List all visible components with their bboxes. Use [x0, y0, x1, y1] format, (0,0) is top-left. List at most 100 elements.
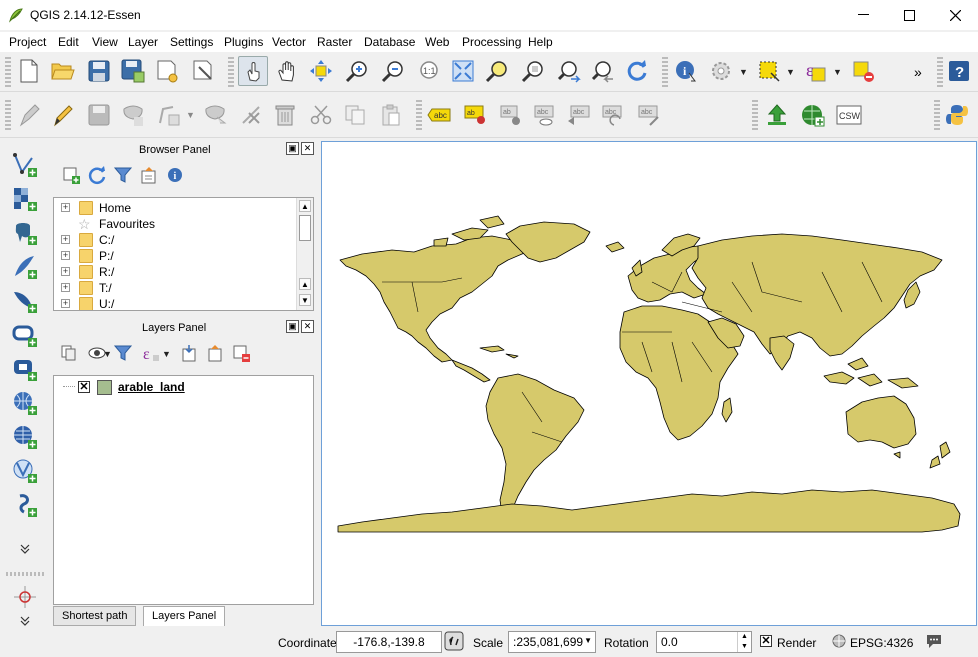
- tree-item-c-drive[interactable]: + C:/: [54, 232, 294, 248]
- add-wms-layer-icon[interactable]: [10, 388, 40, 418]
- layer-row-arable-land[interactable]: ✕ arable_land: [54, 378, 313, 396]
- toolbar-grip[interactable]: [5, 100, 11, 130]
- close-panel-button[interactable]: ✕: [301, 320, 314, 333]
- toggle-editing-icon[interactable]: [48, 100, 78, 130]
- rotate-label-icon[interactable]: abc: [598, 100, 628, 130]
- add-postgis-layer-icon[interactable]: [10, 218, 40, 248]
- copy-features-icon[interactable]: [340, 100, 370, 130]
- select-features-icon[interactable]: [754, 56, 784, 86]
- toolbar-grip[interactable]: [662, 57, 668, 87]
- coordinate-capture-icon[interactable]: [10, 582, 40, 612]
- expand-icon[interactable]: +: [61, 283, 70, 292]
- layer-name[interactable]: arable_land: [118, 380, 185, 394]
- expand-icon[interactable]: +: [61, 299, 70, 308]
- layer-labeling-options-icon[interactable]: abc: [424, 100, 454, 130]
- toolbar-grip[interactable]: [228, 57, 234, 87]
- toolbar-grip[interactable]: [937, 57, 943, 87]
- add-raster-layer-icon[interactable]: [10, 184, 40, 214]
- save-project-icon[interactable]: [84, 56, 114, 86]
- chevron-down-icon[interactable]: ▼: [186, 110, 195, 120]
- scrollbar-thumb[interactable]: [299, 215, 311, 241]
- toolbar-grip[interactable]: [934, 100, 940, 130]
- pan-to-selection-icon[interactable]: [306, 56, 336, 86]
- messages-icon[interactable]: [925, 633, 943, 652]
- float-panel-button[interactable]: ▣: [286, 320, 299, 333]
- zoom-next-icon[interactable]: [588, 56, 618, 86]
- deselect-features-icon[interactable]: [848, 56, 878, 86]
- menu-help[interactable]: Help: [528, 35, 553, 49]
- zoom-to-layer-icon[interactable]: [518, 56, 548, 86]
- select-by-expression-icon[interactable]: ε: [800, 56, 830, 86]
- save-as-icon[interactable]: [118, 56, 148, 86]
- toolbar-grip[interactable]: [416, 100, 422, 130]
- new-project-icon[interactable]: [14, 56, 44, 86]
- crs-globe-icon[interactable]: [832, 634, 846, 651]
- pan-map-icon[interactable]: [272, 56, 302, 86]
- node-tool-icon[interactable]: [200, 100, 230, 130]
- run-feature-action-icon[interactable]: [706, 56, 736, 86]
- menu-raster[interactable]: Raster: [317, 35, 352, 49]
- coordinate-toggle-icon[interactable]: [442, 629, 466, 653]
- add-vector-layer-icon[interactable]: [10, 150, 40, 180]
- scale-combobox[interactable]: :235,081,699 ▼: [508, 631, 596, 653]
- scroll-up-icon[interactable]: ▲: [299, 278, 311, 290]
- save-layer-edits-icon[interactable]: [84, 100, 114, 130]
- toolbar-grip[interactable]: [752, 100, 758, 130]
- delete-selected-node-icon[interactable]: [236, 100, 266, 130]
- float-panel-button[interactable]: ▣: [286, 142, 299, 155]
- map-canvas[interactable]: [321, 141, 977, 626]
- chevron-down-icon[interactable]: [10, 614, 40, 628]
- zoom-in-icon[interactable]: [342, 56, 372, 86]
- chevron-down-icon[interactable]: ▼: [786, 67, 795, 77]
- toolbar-grip[interactable]: [5, 57, 11, 87]
- render-checkbox[interactable]: ✕: [760, 635, 772, 647]
- chevron-down-icon[interactable]: ▼: [584, 636, 592, 645]
- maximize-button[interactable]: [886, 0, 932, 30]
- menu-edit[interactable]: Edit: [58, 35, 79, 49]
- globe-plugin-icon[interactable]: [798, 100, 828, 130]
- menu-database[interactable]: Database: [364, 35, 415, 49]
- zoom-to-selection-icon[interactable]: [482, 56, 512, 86]
- scroll-up-icon[interactable]: ▲: [299, 200, 311, 212]
- toolbar-overflow-button[interactable]: »: [914, 64, 922, 80]
- zoom-full-icon[interactable]: [448, 56, 478, 86]
- tree-item-favourites[interactable]: ☆ Favourites: [54, 216, 294, 232]
- chevron-down-icon[interactable]: ▼: [739, 67, 748, 77]
- python-console-icon[interactable]: [942, 100, 972, 130]
- add-delimited-text-layer-icon[interactable]: [10, 490, 40, 520]
- tree-item-p-drive[interactable]: + P:/: [54, 248, 294, 264]
- tab-shortest-path[interactable]: Shortest path: [53, 606, 137, 626]
- chevron-down-icon[interactable]: [10, 542, 40, 556]
- coordinate-field[interactable]: -176.8,-139.8: [336, 631, 442, 653]
- chevron-down-icon[interactable]: ▼: [833, 67, 842, 77]
- current-edits-icon[interactable]: [14, 100, 44, 130]
- csw-icon[interactable]: CSW: [834, 100, 864, 130]
- tree-item-home[interactable]: + Home: [54, 200, 294, 216]
- scroll-down-icon[interactable]: ▼: [299, 294, 311, 306]
- open-project-icon[interactable]: [48, 56, 78, 86]
- show-hide-labels-icon[interactable]: abc: [530, 100, 560, 130]
- close-panel-button[interactable]: ✕: [301, 142, 314, 155]
- toolbar-grip[interactable]: [6, 572, 46, 576]
- zoom-last-icon[interactable]: [554, 56, 584, 86]
- menu-project[interactable]: Project: [9, 35, 46, 49]
- refresh-icon[interactable]: [622, 56, 652, 86]
- layer-visibility-checkbox[interactable]: ✕: [78, 381, 90, 393]
- menu-vector[interactable]: Vector: [272, 35, 306, 49]
- expand-icon[interactable]: +: [61, 235, 70, 244]
- composer-manager-icon[interactable]: [188, 56, 218, 86]
- minimize-button[interactable]: [840, 0, 886, 30]
- menu-processing[interactable]: Processing: [462, 35, 521, 49]
- paste-features-icon[interactable]: [376, 100, 406, 130]
- menu-web[interactable]: Web: [425, 35, 449, 49]
- add-wcs-layer-icon[interactable]: [10, 422, 40, 452]
- new-print-composer-icon[interactable]: [152, 56, 182, 86]
- menu-layer[interactable]: Layer: [128, 35, 158, 49]
- add-wfs-layer-icon[interactable]: [10, 456, 40, 486]
- menu-settings[interactable]: Settings: [170, 35, 213, 49]
- tree-item-r-drive[interactable]: + R:/: [54, 264, 294, 280]
- add-spatialite-layer-icon[interactable]: [10, 252, 40, 282]
- add-feature-icon[interactable]: [118, 100, 148, 130]
- add-group-icon[interactable]: [54, 338, 84, 368]
- delete-selected-icon[interactable]: [270, 100, 300, 130]
